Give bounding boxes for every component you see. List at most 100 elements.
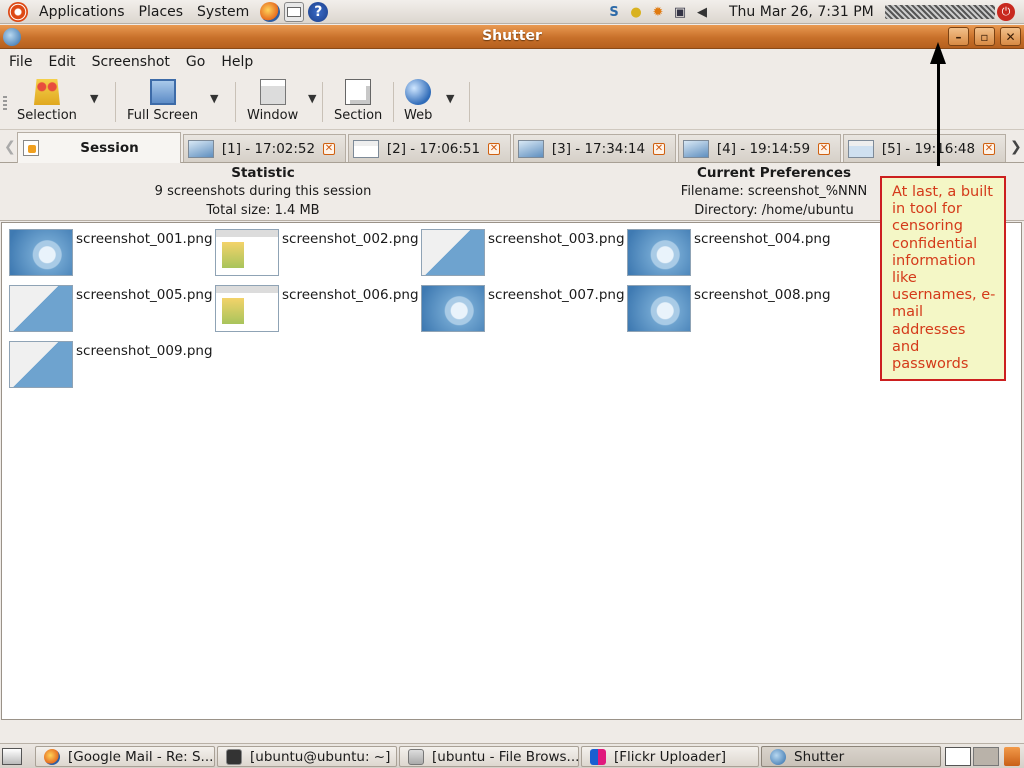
tab-screenshot-4[interactable]: [4] - 19:14:59 ✕ xyxy=(678,134,841,162)
screenshot-item[interactable]: screenshot_002.png xyxy=(215,229,419,276)
tab-close-icon[interactable]: ✕ xyxy=(653,142,665,155)
section-button[interactable]: Section xyxy=(334,79,382,123)
screenshot-thumbnail xyxy=(421,229,485,276)
screenshot-thumbnail xyxy=(9,341,73,388)
mail-launcher-icon[interactable] xyxy=(284,1,305,22)
annotation-callout: At last, a built in tool for censoring c… xyxy=(880,176,1006,381)
full-screen-label: Full Screen xyxy=(127,108,199,123)
annotation-arrow-head-icon xyxy=(930,42,946,64)
tab-close-icon[interactable]: ✕ xyxy=(983,142,995,155)
tab-close-icon[interactable]: ✕ xyxy=(323,142,335,155)
minimize-button[interactable]: – xyxy=(948,27,969,46)
taskbar-item-flickr-uploader[interactable]: [Flickr Uploader] xyxy=(581,746,759,767)
screenshot-item[interactable]: screenshot_003.png xyxy=(421,229,625,276)
screenshot-item[interactable]: screenshot_004.png xyxy=(627,229,831,276)
menu-edit[interactable]: Edit xyxy=(39,54,82,70)
screenshot-filename: screenshot_005.png xyxy=(76,287,213,303)
taskbar-item-file-browser[interactable]: [ubuntu - File Brows... xyxy=(399,746,579,767)
selection-label: Selection xyxy=(17,108,77,123)
screenshot-item[interactable]: screenshot_001.png xyxy=(9,229,213,276)
tab-screenshot-3[interactable]: [3] - 17:34:14 ✕ xyxy=(513,134,676,162)
shutter-tray-icon[interactable]: S xyxy=(605,3,623,21)
web-label: Web xyxy=(404,108,433,123)
preferences-heading: Current Preferences xyxy=(696,165,852,181)
menu-help[interactable]: Help xyxy=(212,54,260,70)
tab-thumbnail xyxy=(848,139,874,158)
workspace-1[interactable] xyxy=(945,747,971,766)
screenshot-item[interactable]: screenshot_005.png xyxy=(9,285,213,332)
screenshot-filename: screenshot_001.png xyxy=(76,231,213,247)
applications-menu[interactable]: Applications xyxy=(32,4,132,20)
tab-close-icon[interactable]: ✕ xyxy=(488,142,500,155)
bottom-panel: [Google Mail - Re: S... [ubuntu@ubuntu: … xyxy=(0,743,1024,768)
taskbar-item-google-mail[interactable]: [Google Mail - Re: S... xyxy=(35,746,215,767)
screenshot-item[interactable]: screenshot_008.png xyxy=(627,285,831,332)
power-icon[interactable]: ⏻ xyxy=(997,3,1015,21)
screenshot-thumbnail xyxy=(215,229,279,276)
maximize-button[interactable]: ▫ xyxy=(974,27,995,46)
screenshot-thumbnail xyxy=(9,285,73,332)
screenshot-filename: screenshot_002.png xyxy=(282,231,419,247)
volume-icon[interactable]: ◀ xyxy=(693,3,711,21)
screenshot-item[interactable]: screenshot_006.png xyxy=(215,285,419,332)
tab-scroll-right-icon[interactable]: ❯ xyxy=(1010,139,1022,155)
menu-go[interactable]: Go xyxy=(177,54,212,70)
censored-username xyxy=(885,5,995,19)
toolbar-grip[interactable] xyxy=(3,96,7,110)
screenshot-thumbnail xyxy=(9,229,73,276)
tab-session[interactable]: Session xyxy=(17,132,181,163)
menubar: File Edit Screenshot Go Help xyxy=(0,50,1024,73)
web-button[interactable]: Web xyxy=(404,79,432,123)
toolbar-separator xyxy=(393,82,394,122)
screenshot-item[interactable]: screenshot_007.png xyxy=(421,285,625,332)
session-info: Statistic 9 screenshots during this sess… xyxy=(0,164,1024,221)
toolbar-separator xyxy=(235,82,236,122)
tab-label: [2] - 17:06:51 xyxy=(386,140,481,157)
session-icon xyxy=(23,140,39,156)
clock[interactable]: Thu Mar 26, 7:31 PM xyxy=(729,4,874,20)
screenshot-item[interactable]: screenshot_009.png xyxy=(9,341,213,388)
window-titlebar[interactable]: Shutter – ▫ ✕ xyxy=(0,25,1024,49)
fullscreen-icon xyxy=(149,79,176,105)
terminal-icon xyxy=(226,748,242,765)
workspace-2[interactable] xyxy=(973,747,999,766)
statistic-heading: Statistic xyxy=(231,165,295,181)
tab-label: Session xyxy=(80,140,139,156)
close-button[interactable]: ✕ xyxy=(1000,27,1021,46)
toolbar-separator xyxy=(115,82,116,122)
selection-dropdown-chevron-down-icon[interactable]: ▼ xyxy=(90,92,98,105)
lightbulb-icon[interactable]: ● xyxy=(627,3,645,21)
selection-button[interactable]: Selection xyxy=(17,79,77,123)
tab-thumbnail xyxy=(518,139,544,158)
firefox-launcher-icon[interactable] xyxy=(260,1,281,22)
tab-screenshot-5[interactable]: [5] - 19:16:48 ✕ xyxy=(843,134,1006,162)
network-icon[interactable]: ▣ xyxy=(671,3,689,21)
tab-thumbnail xyxy=(353,139,379,158)
tab-close-icon[interactable]: ✕ xyxy=(818,142,830,155)
places-menu[interactable]: Places xyxy=(132,4,191,20)
screenshot-icon-view[interactable]: screenshot_001.png screenshot_002.png sc… xyxy=(1,222,1022,720)
update-icon[interactable]: ✹ xyxy=(649,3,667,21)
tab-screenshot-1[interactable]: [1] - 17:02:52 ✕ xyxy=(183,134,346,162)
tab-screenshot-2[interactable]: [2] - 17:06:51 ✕ xyxy=(348,134,511,162)
window-dropdown-chevron-down-icon[interactable]: ▼ xyxy=(308,92,316,105)
taskbar-item-terminal[interactable]: [ubuntu@ubuntu: ~] xyxy=(217,746,397,767)
system-menu[interactable]: System xyxy=(190,4,256,20)
tab-scroll-left-icon[interactable]: ❮ xyxy=(4,139,16,155)
trash-icon[interactable] xyxy=(1004,747,1020,766)
window-button[interactable]: Window xyxy=(247,79,298,123)
help-launcher-icon[interactable]: ? xyxy=(308,1,329,22)
full-screen-button[interactable]: Full Screen xyxy=(127,79,198,123)
menu-file[interactable]: File xyxy=(0,54,39,70)
taskbar-label: [Flickr Uploader] xyxy=(614,748,727,765)
fullscreen-dropdown-chevron-down-icon[interactable]: ▼ xyxy=(210,92,218,105)
section-label: Section xyxy=(334,108,383,123)
web-dropdown-chevron-down-icon[interactable]: ▼ xyxy=(446,92,454,105)
firefox-icon xyxy=(44,748,60,765)
ubuntu-logo-icon[interactable] xyxy=(8,1,28,22)
taskbar-item-shutter[interactable]: Shutter xyxy=(761,746,941,767)
show-desktop-icon[interactable] xyxy=(2,748,22,765)
toolbar-separator xyxy=(469,82,470,122)
taskbar-label: [ubuntu - File Brows... xyxy=(432,748,579,765)
menu-screenshot[interactable]: Screenshot xyxy=(83,54,177,70)
